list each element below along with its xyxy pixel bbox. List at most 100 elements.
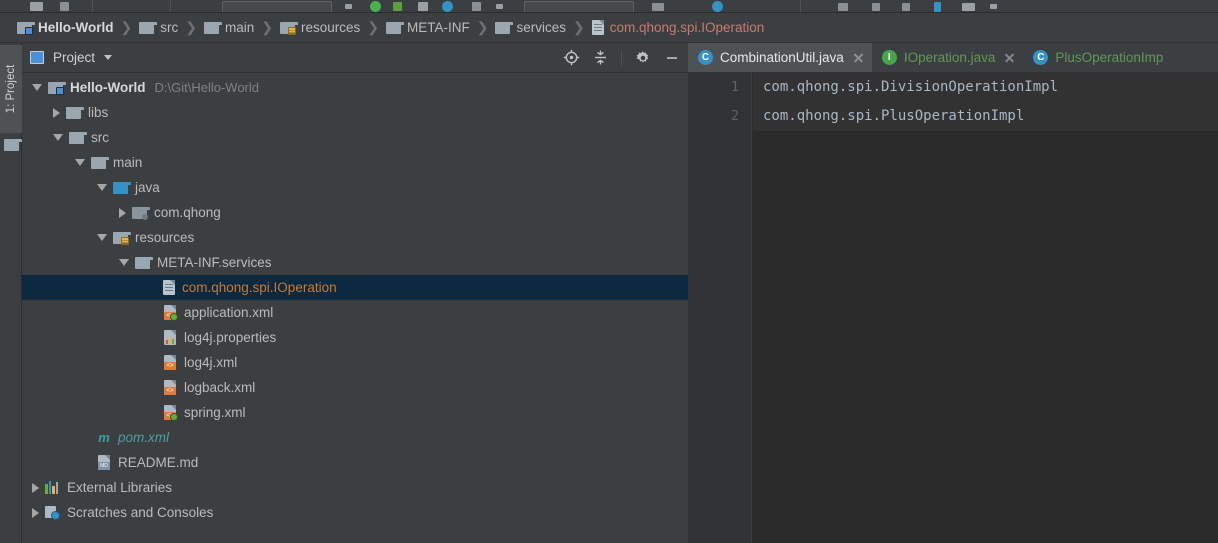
editor-area: CombinationUtil.java IOperation.java Plu… — [688, 43, 1218, 543]
breadcrumb-label: services — [516, 20, 566, 35]
tree-node-hello-world[interactable]: Hello-World D:\Git\Hello-World — [22, 75, 688, 100]
code-line[interactable]: com.qhong.spi.PlusOperationImpl — [753, 102, 1218, 131]
tree-node-scratches-and-consoles[interactable]: Scratches and Consoles — [22, 500, 688, 525]
module-selector[interactable] — [524, 1, 634, 12]
editor-tab-plusoperationimpl[interactable]: PlusOperationImp — [1023, 43, 1171, 72]
breadcrumb-item-resources[interactable]: resources — [279, 20, 360, 35]
tree-node-java[interactable]: java — [22, 175, 688, 200]
tree-node-src[interactable]: src — [22, 125, 688, 150]
tree-node-log4j-properties[interactable]: log4j.properties — [22, 325, 688, 350]
editor-tab-ioperation[interactable]: IOperation.java — [872, 43, 1024, 72]
tree-node-application-xml[interactable]: application.xml — [22, 300, 688, 325]
line-number: 2 — [731, 109, 739, 124]
expand-arrow-icon[interactable] — [97, 234, 107, 241]
toolbar-icon[interactable] — [30, 2, 43, 11]
tree-node-pom-xml[interactable]: m pom.xml — [22, 425, 688, 450]
tree-node-label: log4j.properties — [184, 330, 277, 345]
toolbar-icon[interactable] — [934, 2, 941, 12]
libraries-icon — [45, 481, 60, 494]
expand-arrow-icon[interactable] — [32, 507, 39, 518]
run-icon[interactable] — [370, 1, 381, 12]
toolbar-icon[interactable] — [902, 3, 910, 11]
tree-node-label: src — [91, 130, 109, 145]
folder-icon — [66, 106, 84, 119]
collapse-all-icon[interactable] — [593, 49, 608, 66]
toolbar-icon[interactable] — [838, 3, 848, 11]
tree-node-com-qhong[interactable]: com.qhong — [22, 200, 688, 225]
breadcrumb-separator: ❯ — [572, 19, 585, 35]
resources-folder-icon — [279, 21, 298, 35]
tree-node-libs[interactable]: libs — [22, 100, 688, 125]
breadcrumb-item-module[interactable]: Hello-World — [17, 20, 114, 35]
tree-node-label: com.qhong — [154, 205, 221, 220]
run-icon[interactable] — [393, 2, 402, 11]
expand-arrow-icon[interactable] — [75, 159, 85, 166]
expand-arrow-icon[interactable] — [53, 134, 63, 141]
tool-window-tab-project[interactable]: 1: Project — [0, 45, 22, 133]
interface-icon — [881, 50, 897, 65]
tree-node-meta-inf-services[interactable]: META-INF.services — [22, 250, 688, 275]
scratches-icon — [45, 505, 60, 520]
chevron-down-icon[interactable] — [496, 4, 503, 9]
expand-arrow-icon[interactable] — [119, 259, 129, 266]
idea-window: Hello-World ❯ src ❯ main ❯ resources ❯ M… — [0, 0, 1218, 543]
code-editor[interactable]: 1 2 com.qhong.spi.DivisionOperationImpl … — [688, 73, 1218, 543]
coverage-icon[interactable] — [472, 2, 481, 11]
tree-node-ioperation-spi-file[interactable]: com.qhong.spi.IOperation — [22, 275, 688, 300]
chevron-down-icon[interactable] — [990, 4, 997, 9]
chevron-down-icon[interactable] — [345, 4, 352, 9]
breadcrumb-item-services[interactable]: services — [495, 20, 566, 35]
breadcrumb-item-file[interactable]: com.qhong.spi.IOperation — [591, 20, 764, 35]
expand-arrow-icon[interactable] — [32, 482, 39, 493]
locate-icon[interactable] — [563, 49, 580, 66]
spring-xml-icon — [163, 405, 178, 421]
toolbar-icon[interactable] — [652, 3, 664, 11]
folder-icon — [203, 21, 222, 34]
gear-icon[interactable] — [635, 50, 651, 66]
close-icon[interactable] — [853, 52, 864, 63]
file-icon — [591, 20, 604, 35]
search-icon[interactable] — [712, 1, 723, 12]
breadcrumb-separator: ❯ — [367, 19, 379, 35]
expand-arrow-icon[interactable] — [97, 184, 107, 191]
folder-icon — [139, 21, 158, 34]
project-tree[interactable]: Hello-World D:\Git\Hello-World libs src … — [22, 73, 688, 543]
tree-node-readme-md[interactable]: README.md — [22, 450, 688, 475]
breadcrumb-label: META-INF — [406, 20, 470, 35]
editor-tab-label: IOperation.java — [903, 50, 996, 65]
tree-node-external-libraries[interactable]: External Libraries — [22, 475, 688, 500]
markdown-icon — [97, 455, 111, 470]
breadcrumb-item-meta-inf[interactable]: META-INF — [385, 20, 470, 35]
code-lines[interactable]: com.qhong.spi.DivisionOperationImpl com.… — [753, 73, 1218, 543]
breadcrumb-item-src[interactable]: src — [139, 20, 178, 35]
toolbar-icon[interactable] — [962, 3, 975, 11]
toolbar-icon[interactable] — [60, 2, 69, 11]
breadcrumb-separator: ❯ — [261, 19, 273, 35]
package-icon — [132, 206, 150, 220]
debug-icon[interactable] — [442, 1, 453, 12]
debug-icon[interactable] — [418, 2, 428, 11]
minimize-icon[interactable] — [664, 50, 680, 66]
tree-node-log4j-xml[interactable]: log4j.xml — [22, 350, 688, 375]
tree-node-spring-xml[interactable]: spring.xml — [22, 400, 688, 425]
breadcrumb-separator: ❯ — [185, 19, 197, 35]
code-line[interactable]: com.qhong.spi.DivisionOperationImpl — [753, 73, 1218, 102]
tree-node-main[interactable]: main — [22, 150, 688, 175]
expand-arrow-icon[interactable] — [119, 207, 126, 218]
tree-node-label: log4j.xml — [184, 355, 238, 370]
editor-tab-label: CombinationUtil.java — [720, 50, 844, 65]
breadcrumb-item-main[interactable]: main — [203, 20, 254, 35]
project-panel-title: Project — [53, 50, 96, 65]
tree-node-resources[interactable]: resources — [22, 225, 688, 250]
toolbar-icon[interactable] — [872, 3, 880, 11]
editor-tab-combinationutil[interactable]: CombinationUtil.java — [688, 43, 872, 72]
file-icon — [163, 280, 175, 295]
folder-icon[interactable] — [4, 139, 22, 151]
close-icon[interactable] — [1004, 52, 1015, 63]
expand-arrow-icon[interactable] — [53, 107, 60, 118]
chevron-down-icon[interactable] — [104, 55, 113, 60]
run-configuration-selector[interactable] — [222, 1, 332, 12]
tree-node-logback-xml[interactable]: logback.xml — [22, 375, 688, 400]
expand-arrow-icon[interactable] — [32, 84, 42, 91]
xml-icon — [163, 355, 177, 370]
